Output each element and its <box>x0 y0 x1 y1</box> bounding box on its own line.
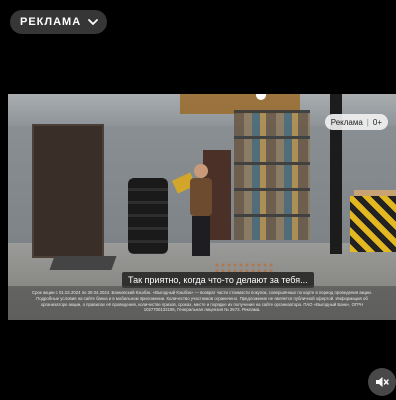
scene-door <box>32 124 104 258</box>
speaker-muted-icon <box>376 377 389 387</box>
ad-badge-separator: | <box>366 117 369 127</box>
scene-tire-stack <box>128 178 168 254</box>
video-player[interactable]: Реклама | 0+ Так приятно, когда что-то д… <box>8 94 396 320</box>
scene-workbench <box>350 196 396 252</box>
scene-shelves <box>234 110 310 240</box>
ad-badge[interactable]: Реклама | 0+ <box>324 114 388 130</box>
chevron-down-icon <box>88 19 99 26</box>
age-rating: 0+ <box>372 117 382 127</box>
ad-label-text: РЕКЛАМА <box>20 16 82 28</box>
scene-doormat <box>49 256 117 270</box>
ad-badge-text: Реклама <box>330 117 363 127</box>
legal-disclaimer: Срок акции с 01.02.2024 по 30.04.2024. Б… <box>8 286 396 320</box>
ad-label-dropdown[interactable]: РЕКЛАМА <box>10 10 108 34</box>
sound-toggle-button[interactable] <box>368 368 396 396</box>
scene-person <box>188 164 214 256</box>
